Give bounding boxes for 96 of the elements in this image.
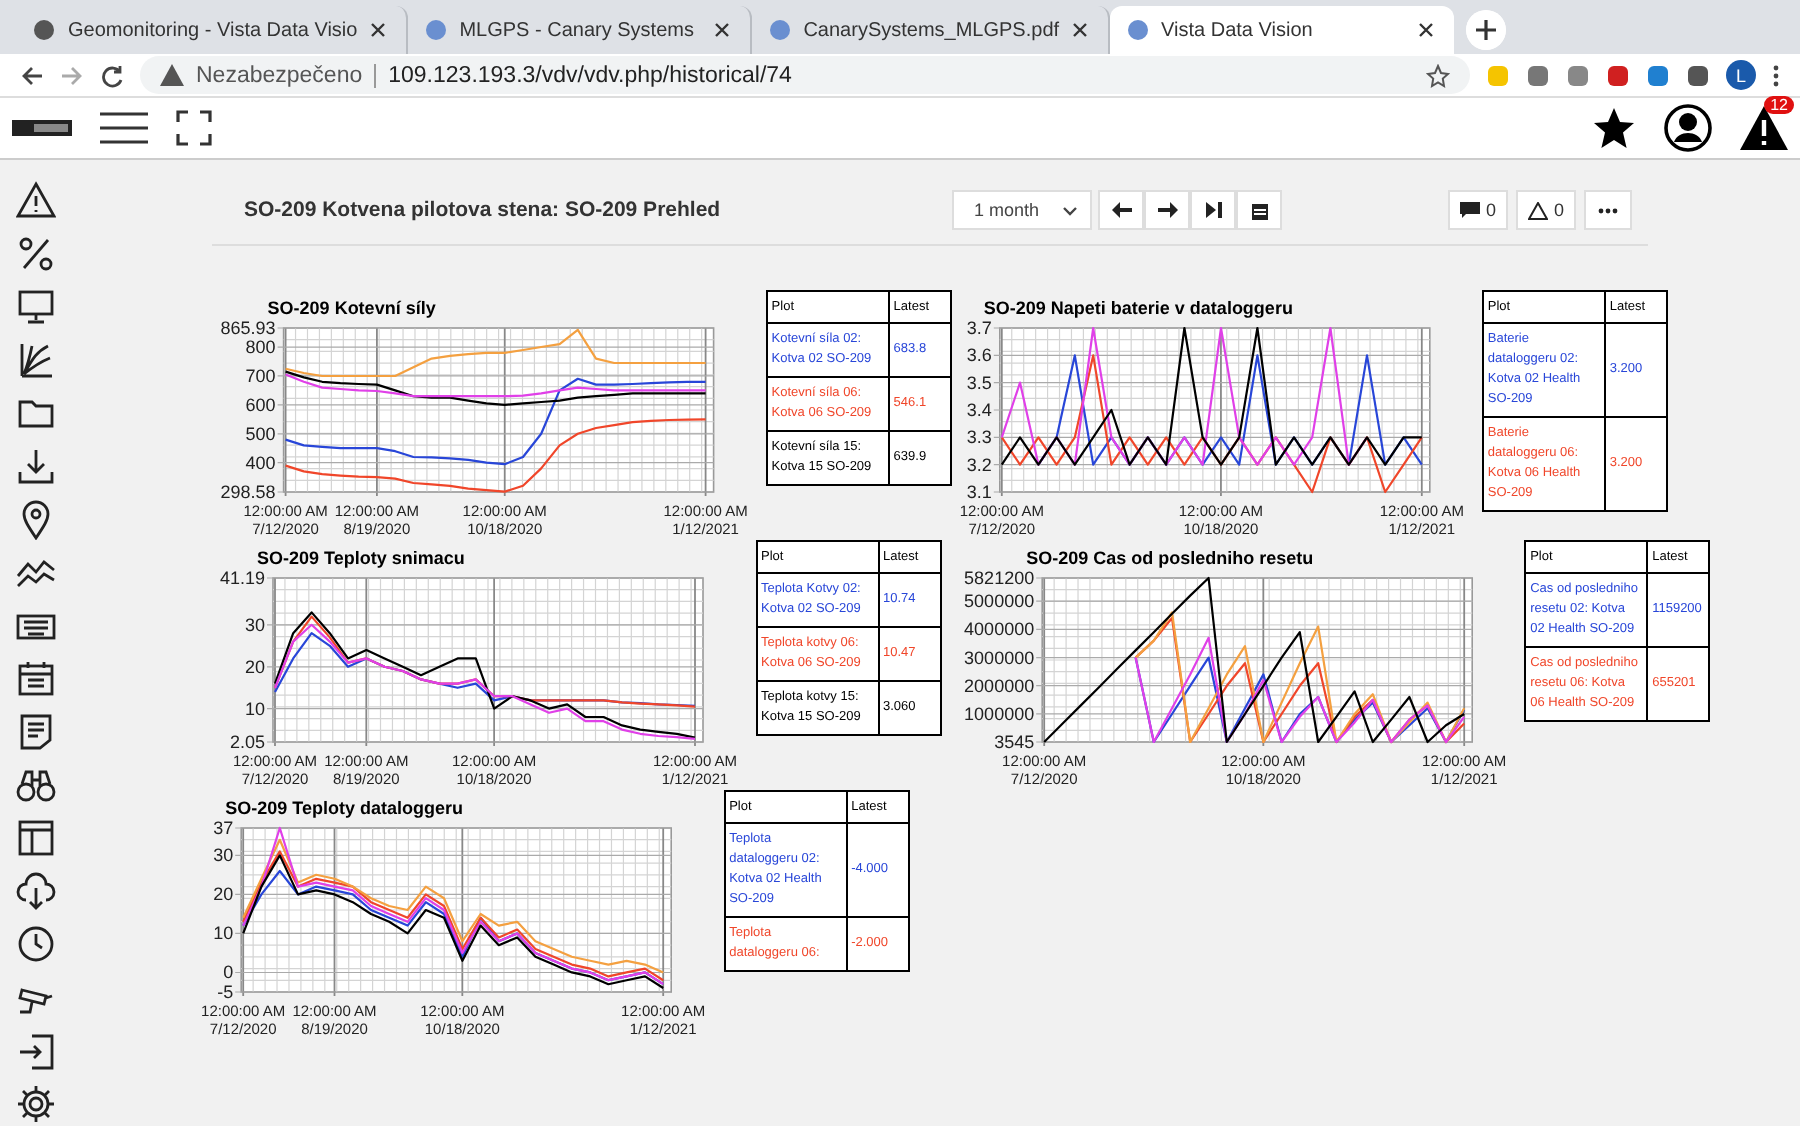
arrow-left-icon bbox=[1111, 202, 1131, 218]
clock-icon[interactable] bbox=[16, 924, 56, 965]
back-icon[interactable] bbox=[20, 63, 44, 87]
logo-icon bbox=[12, 120, 72, 136]
monitor-icon[interactable] bbox=[16, 286, 56, 327]
axis-tick-label: 4000000 bbox=[964, 619, 1035, 640]
axis-tick-label: 20 bbox=[244, 656, 265, 677]
range-dropdown[interactable]: 1 month bbox=[952, 190, 1092, 230]
site-icon bbox=[1125, 18, 1150, 42]
axis-tick-label: 3.2 bbox=[966, 454, 992, 475]
axis-tick-label: 400 bbox=[245, 452, 276, 473]
calendar-icon bbox=[1251, 201, 1267, 219]
calendar-button[interactable] bbox=[1236, 190, 1282, 230]
extension-icon[interactable] bbox=[1526, 63, 1550, 87]
extension-icon[interactable] bbox=[1686, 63, 1710, 87]
branches-icon[interactable] bbox=[16, 339, 56, 380]
address-bar[interactable]: Nezabezpečeno 109.123.193.3/vdv/vdv.php/historical/74 bbox=[140, 56, 1470, 94]
axis-tick-label: 700 bbox=[245, 365, 276, 386]
axis-tick-label: 37 bbox=[213, 818, 234, 838]
alarms-button[interactable]: 0 bbox=[1516, 190, 1576, 230]
more-button[interactable] bbox=[1584, 190, 1632, 230]
star-icon[interactable] bbox=[1592, 106, 1636, 150]
site-icon bbox=[32, 18, 56, 42]
reload-icon[interactable] bbox=[100, 63, 124, 87]
axis-tick-label: 500 bbox=[245, 423, 276, 444]
axis-tick-label: 0 bbox=[223, 962, 234, 983]
chart-title: SO-209 Cas od posledniho resetu bbox=[1026, 548, 1314, 568]
axis-tick-label: 5821200 bbox=[964, 568, 1035, 588]
site-icon bbox=[767, 18, 792, 42]
user-icon[interactable] bbox=[1664, 104, 1712, 152]
menu-icon[interactable] bbox=[1772, 63, 1780, 87]
gear-icon[interactable] bbox=[16, 1084, 56, 1125]
more-icon bbox=[1598, 207, 1618, 213]
axis-tick-label: 298.58 bbox=[220, 482, 276, 502]
warning-icon[interactable] bbox=[16, 180, 56, 220]
extension-icon[interactable] bbox=[1646, 63, 1670, 87]
comments-button[interactable]: 0 bbox=[1448, 190, 1508, 230]
axis-tick-label: 2000000 bbox=[964, 675, 1035, 696]
note-icon[interactable] bbox=[16, 711, 56, 752]
axis-tick-label: 30 bbox=[213, 845, 234, 866]
axis-tick-label: 600 bbox=[245, 394, 276, 415]
calendar-icon[interactable] bbox=[16, 658, 56, 699]
binoculars-icon[interactable] bbox=[16, 765, 56, 806]
chart-title: SO-209 Napeti baterie v dataloggeru bbox=[983, 298, 1293, 318]
axis-tick-label: 20 bbox=[213, 884, 234, 905]
notification-badge: 12 bbox=[1764, 96, 1794, 114]
axis-tick-label: 3545 bbox=[994, 732, 1035, 752]
menu-icon[interactable] bbox=[100, 110, 148, 146]
end-button[interactable] bbox=[1190, 190, 1236, 230]
extension-icon[interactable] bbox=[1566, 63, 1590, 87]
warning-icon bbox=[160, 64, 184, 86]
caret-icon bbox=[1062, 205, 1078, 215]
axis-tick-label: 41.19 bbox=[219, 568, 265, 588]
fullscreen-icon[interactable] bbox=[176, 110, 212, 146]
axis-tick-label: -5 bbox=[217, 982, 234, 1002]
axis-tick-label: 3.3 bbox=[966, 427, 992, 448]
close-icon[interactable] bbox=[713, 22, 734, 38]
axis-tick-label: 3.4 bbox=[966, 400, 992, 420]
arrow-right-icon bbox=[1157, 202, 1177, 218]
download-icon[interactable] bbox=[16, 445, 56, 486]
close-icon[interactable] bbox=[1417, 22, 1438, 38]
warning-icon bbox=[1527, 201, 1548, 219]
axis-tick-label: 3.1 bbox=[966, 482, 992, 502]
axis-tick-label: 10 bbox=[213, 923, 234, 944]
previous-button[interactable] bbox=[1098, 190, 1144, 230]
axis-tick-label: 865.93 bbox=[220, 318, 276, 338]
axis-tick-label: 3000000 bbox=[964, 647, 1035, 668]
chart-title: SO-209 Teploty snimacu bbox=[257, 548, 465, 568]
comment-icon bbox=[1459, 202, 1480, 218]
url-text: 109.123.193.3/vdv/vdv.php/historical/74 bbox=[388, 63, 792, 87]
axis-tick-label: 3.7 bbox=[966, 318, 992, 338]
axis-tick-label: 2.05 bbox=[229, 732, 265, 752]
extension-icon[interactable] bbox=[1606, 63, 1630, 87]
profile-avatar[interactable]: L bbox=[1726, 60, 1756, 90]
skip-end-icon bbox=[1205, 202, 1221, 218]
next-button[interactable] bbox=[1144, 190, 1190, 230]
axis-tick-label: 30 bbox=[244, 614, 265, 635]
axis-tick-label: 3.6 bbox=[966, 345, 992, 366]
chart-title: SO-209 Kotevní síly bbox=[267, 298, 436, 318]
cloud-icon[interactable] bbox=[16, 871, 56, 912]
percent-icon[interactable] bbox=[16, 233, 56, 274]
browser-tab[interactable]: Vista Data Vision bbox=[1109, 6, 1454, 54]
close-icon[interactable] bbox=[369, 22, 390, 38]
chart-title: SO-209 Teploty dataloggeru bbox=[225, 798, 463, 818]
axis-tick-label: 1000000 bbox=[964, 703, 1035, 724]
axis-tick-label: 800 bbox=[245, 337, 276, 358]
axis-tick-label: 5000000 bbox=[964, 591, 1035, 612]
close-icon[interactable] bbox=[1071, 22, 1092, 38]
layout-icon[interactable] bbox=[16, 818, 56, 859]
page-title: SO-209 Kotvena pilotova stena: SO-209 Prehled bbox=[242, 198, 723, 222]
site-icon bbox=[423, 18, 448, 42]
security-label: Nezabezpečeno bbox=[196, 63, 363, 87]
axis-tick-label: 10 bbox=[244, 698, 265, 719]
sign-in-icon[interactable] bbox=[16, 1031, 56, 1071]
star-outline-icon[interactable] bbox=[1426, 63, 1450, 87]
axis-tick-label: 3.5 bbox=[966, 372, 992, 393]
